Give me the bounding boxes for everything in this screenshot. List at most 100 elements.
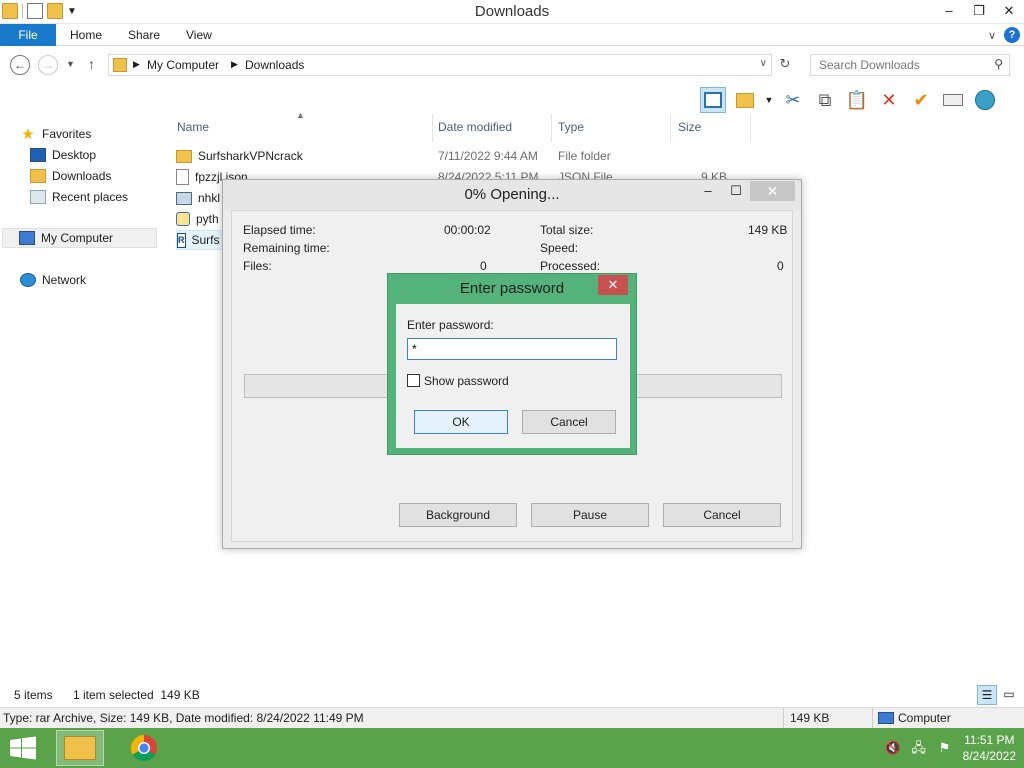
- nav-desktop[interactable]: Desktop: [30, 145, 96, 165]
- progress-dialog-controls: – ☐ ✕: [694, 181, 795, 201]
- up-button[interactable]: ↑: [88, 56, 95, 72]
- refresh-icon[interactable]: ↻: [776, 56, 794, 74]
- folder-icon: [176, 149, 192, 163]
- clock[interactable]: 11:51 PM 8/24/2022: [963, 732, 1016, 764]
- volume-muted-icon[interactable]: 🔇: [885, 740, 901, 756]
- selected-file-size: 149 KB: [790, 711, 830, 725]
- tab-home[interactable]: Home: [70, 24, 102, 46]
- remaining-label: Remaining time:: [243, 241, 330, 255]
- status-bar: 5 items 1 item selected 149 KB ☰ ▭: [0, 684, 1024, 706]
- search-icon[interactable]: ⚲: [994, 57, 1003, 71]
- details-view-icon[interactable]: ☰: [977, 685, 997, 705]
- delete-icon[interactable]: ✕: [876, 87, 902, 113]
- checkmark-icon[interactable]: ✔: [908, 87, 934, 113]
- action-center-icon[interactable]: ⚑: [937, 740, 953, 756]
- ok-button[interactable]: OK: [414, 410, 508, 434]
- column-header-type[interactable]: Type: [558, 120, 584, 134]
- show-password-checkbox[interactable]: [407, 374, 420, 387]
- tab-share[interactable]: Share: [128, 24, 160, 46]
- selected-file-details: Type: rar Archive, Size: 149 KB, Date mo…: [3, 711, 364, 725]
- nav-favorites-label: Favorites: [42, 127, 92, 141]
- command-toolbar: ▼ ✂ ⧉ 📋 ✕ ✔: [700, 86, 998, 114]
- window-controls: – ❐ ✕: [934, 0, 1024, 22]
- minimize-button[interactable]: –: [934, 0, 964, 22]
- address-input[interactable]: ▶ My Computer ▶ Downloads ∨: [108, 54, 772, 76]
- file-type: File folder: [558, 149, 611, 163]
- column-divider[interactable]: [670, 114, 671, 142]
- column-header-size[interactable]: Size: [678, 120, 701, 134]
- column-divider[interactable]: [432, 114, 433, 142]
- divider: [872, 708, 873, 729]
- rename-icon[interactable]: [940, 87, 966, 113]
- address-bar-row: ← → ▼ ↑ ▶ My Computer ▶ Downloads ∨ ↻ Se…: [0, 50, 1024, 80]
- background-button[interactable]: Background: [399, 503, 517, 527]
- ribbon-tabs: File Home Share View ∨ ?: [0, 24, 1024, 46]
- clock-time: 11:51 PM: [964, 733, 1015, 747]
- search-input[interactable]: Search Downloads ⚲: [810, 54, 1010, 76]
- sort-arrow-icon: ▲: [296, 110, 305, 120]
- column-divider[interactable]: [551, 114, 552, 142]
- downloads-folder-icon: [30, 169, 46, 183]
- column-header-date[interactable]: Date modified: [438, 120, 512, 134]
- show-password-label[interactable]: Show password: [424, 374, 509, 388]
- breadcrumb-downloads[interactable]: Downloads: [245, 58, 304, 72]
- restore-button[interactable]: ❐: [964, 0, 994, 22]
- processed-label: Processed:: [540, 259, 601, 273]
- start-button[interactable]: [8, 736, 38, 760]
- nav-favorites[interactable]: ★ Favorites: [20, 124, 91, 144]
- total-size-label: Total size:: [540, 223, 594, 237]
- processed-value: 0: [777, 259, 784, 273]
- files-label: Files:: [243, 259, 272, 273]
- breadcrumb-my-computer[interactable]: My Computer: [147, 58, 219, 72]
- clock-date: 8/24/2022: [962, 749, 1016, 763]
- file-date: 7/11/2022 9:44 AM: [438, 149, 538, 163]
- close-button[interactable]: ✕: [750, 181, 795, 201]
- total-size-value: 149 KB: [748, 223, 788, 237]
- paste-icon[interactable]: 📋: [844, 87, 870, 113]
- file-row[interactable]: SurfsharkVPNcrack 7/11/2022 9:44 AM File…: [176, 146, 776, 166]
- nav-network[interactable]: Network: [20, 270, 86, 290]
- windows-logo-icon: [10, 736, 36, 760]
- properties-folder-icon[interactable]: [732, 87, 758, 113]
- password-dialog: Enter password ✕ Enter password: Show pa…: [387, 273, 637, 455]
- expand-ribbon-icon[interactable]: ∨: [988, 29, 996, 42]
- nav-downloads[interactable]: Downloads: [30, 166, 111, 186]
- pause-button[interactable]: Pause: [531, 503, 649, 527]
- tab-view[interactable]: View: [186, 24, 212, 46]
- taskbar-chrome[interactable]: [120, 730, 168, 766]
- password-input[interactable]: [407, 338, 617, 360]
- nav-recent-places[interactable]: Recent places: [30, 187, 128, 207]
- preview-pane-icon[interactable]: [700, 87, 726, 113]
- close-button[interactable]: ✕: [994, 0, 1024, 22]
- item-count: 5 items: [14, 688, 53, 702]
- close-button[interactable]: ✕: [598, 275, 628, 295]
- location-label: Computer: [898, 711, 951, 725]
- globe-icon[interactable]: [972, 87, 998, 113]
- network-status-icon[interactable]: 🖧: [911, 740, 927, 756]
- dropdown-icon[interactable]: ▼: [764, 87, 774, 113]
- help-icon[interactable]: ?: [1004, 27, 1020, 43]
- column-divider[interactable]: [750, 114, 751, 142]
- nav-my-computer[interactable]: My Computer: [2, 228, 157, 248]
- navigation-pane: ★ Favorites Desktop Downloads Recent pla…: [0, 118, 160, 678]
- maximize-button[interactable]: ☐: [722, 181, 750, 201]
- address-dropdown-icon[interactable]: ∨: [760, 58, 767, 69]
- tab-file[interactable]: File: [0, 24, 56, 46]
- breadcrumb-separator-icon[interactable]: ▶: [231, 59, 238, 70]
- cancel-extraction-button[interactable]: Cancel: [663, 503, 781, 527]
- taskbar-file-explorer[interactable]: [56, 730, 104, 766]
- files-value: 0: [480, 259, 487, 273]
- breadcrumb-separator-icon[interactable]: ▶: [133, 59, 140, 70]
- recent-locations-icon[interactable]: ▼: [66, 59, 75, 69]
- forward-button[interactable]: →: [38, 55, 58, 75]
- divider: [783, 708, 784, 729]
- recent-places-icon: [30, 190, 46, 204]
- back-button[interactable]: ←: [10, 55, 30, 75]
- copy-icon[interactable]: ⧉: [812, 87, 838, 113]
- cut-icon[interactable]: ✂: [780, 87, 806, 113]
- large-icons-view-icon[interactable]: ▭: [999, 685, 1019, 705]
- cancel-button[interactable]: Cancel: [522, 410, 616, 434]
- minimize-button[interactable]: –: [694, 181, 722, 201]
- taskbar: 🔇 🖧 ⚑ 11:51 PM 8/24/2022: [0, 728, 1024, 768]
- column-header-name[interactable]: Name: [177, 120, 209, 134]
